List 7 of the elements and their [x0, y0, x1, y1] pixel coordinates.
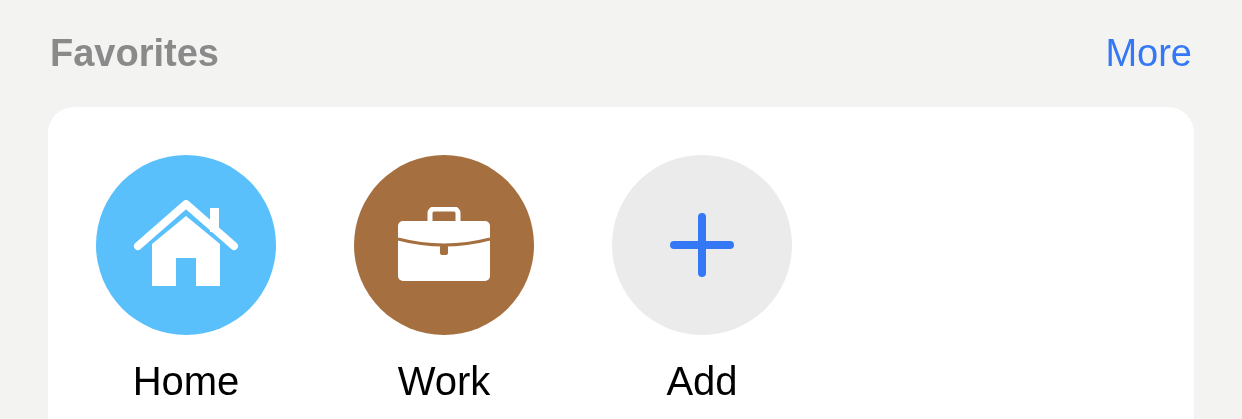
favorite-label: Home: [132, 359, 240, 404]
briefcase-icon: [396, 207, 492, 283]
plus-icon: [670, 213, 734, 277]
favorite-label: Add: [666, 359, 738, 404]
section-title: Favorites: [50, 31, 219, 75]
more-link[interactable]: More: [1105, 31, 1192, 75]
favorite-label: Work: [397, 359, 491, 404]
